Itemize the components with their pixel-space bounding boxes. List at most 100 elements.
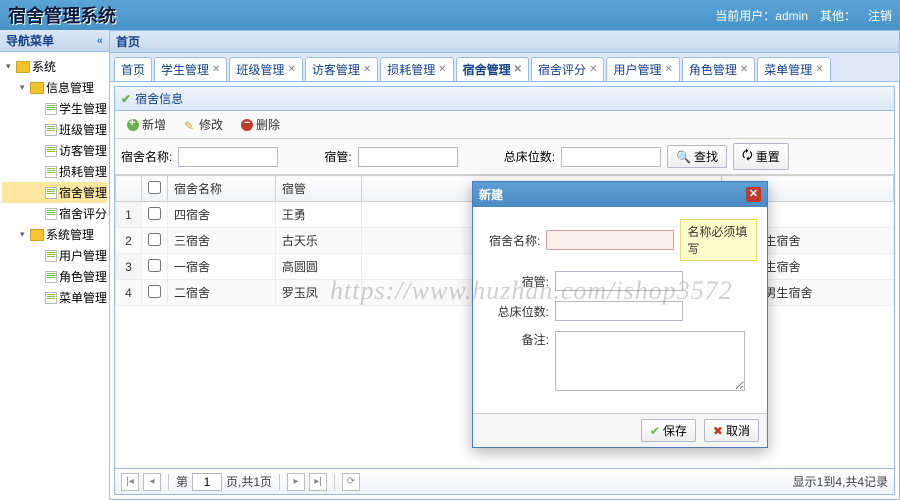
- close-icon[interactable]: ✕: [815, 64, 823, 75]
- close-icon[interactable]: ✕: [363, 64, 371, 75]
- content-panel-header: ✔ 宿舍信息: [115, 87, 894, 111]
- tab-宿舍评分[interactable]: 宿舍评分✕: [531, 57, 604, 81]
- edit-button[interactable]: 修改: [178, 114, 229, 135]
- tab-损耗管理[interactable]: 损耗管理✕: [380, 57, 453, 81]
- cancel-icon: ✖: [713, 424, 723, 438]
- tree-node-宿舍评分[interactable]: 宿舍评分: [2, 203, 107, 224]
- file-icon: [45, 271, 57, 283]
- tree-node-学生管理[interactable]: 学生管理: [2, 98, 107, 119]
- tree-node-访客管理[interactable]: 访客管理: [2, 140, 107, 161]
- select-all-checkbox[interactable]: [148, 181, 161, 194]
- tree-node-用户管理[interactable]: 用户管理: [2, 245, 107, 266]
- logout-link[interactable]: 注销: [868, 7, 892, 24]
- save-button[interactable]: ✔保存: [641, 419, 696, 442]
- tree-node-班级管理[interactable]: 班级管理: [2, 119, 107, 140]
- reset-button[interactable]: 🗘重置: [733, 143, 789, 170]
- pager-info: 显示1到4,共4记录: [793, 473, 888, 490]
- search-manager-input[interactable]: [358, 147, 458, 167]
- reset-icon: 🗘: [742, 146, 753, 167]
- search-icon: 🔍: [676, 150, 691, 164]
- close-icon[interactable]: ✕: [438, 64, 446, 75]
- page-input[interactable]: [192, 473, 222, 491]
- folder-icon: [16, 61, 30, 73]
- file-icon: [45, 208, 57, 220]
- validation-hint: 名称必须填写: [680, 219, 757, 261]
- tree-node-信息管理[interactable]: ▾信息管理: [2, 77, 107, 98]
- delete-icon: [241, 119, 253, 131]
- toolbar: 新增 修改 删除: [115, 111, 894, 139]
- close-icon[interactable]: ✕: [514, 64, 522, 75]
- tab-学生管理[interactable]: 学生管理✕: [154, 57, 227, 81]
- dialog-header[interactable]: 新建 ✕: [473, 182, 767, 207]
- cancel-button[interactable]: ✖取消: [704, 419, 759, 442]
- tab-用户管理[interactable]: 用户管理✕: [606, 57, 679, 81]
- field-remark-label: 备注:: [483, 331, 549, 348]
- file-icon: [45, 124, 57, 136]
- close-icon[interactable]: ✕: [740, 64, 748, 75]
- close-icon[interactable]: ✕: [589, 64, 597, 75]
- tab-访客管理[interactable]: 访客管理✕: [305, 57, 378, 81]
- row-checkbox[interactable]: [148, 207, 161, 220]
- refresh-button[interactable]: ⟳: [342, 473, 360, 491]
- tab-首页[interactable]: 首页: [114, 57, 152, 81]
- prev-page-button[interactable]: ◂: [143, 473, 161, 491]
- col-manager[interactable]: 宿管: [275, 176, 362, 202]
- col-checkbox: [142, 176, 168, 202]
- tabs-bar: 首页学生管理✕班级管理✕访客管理✕损耗管理✕宿舍管理✕宿舍评分✕用户管理✕角色管…: [110, 53, 899, 82]
- folder-icon: [30, 229, 44, 241]
- app-logo: 宿舍管理系统: [8, 2, 116, 28]
- add-button[interactable]: 新增: [121, 114, 172, 135]
- field-manager-label: 宿管:: [483, 273, 549, 290]
- tab-宿舍管理[interactable]: 宿舍管理✕: [456, 57, 529, 81]
- tree-node-系统[interactable]: ▾系统: [2, 56, 107, 77]
- create-dialog: 新建 ✕ 宿舍名称: 名称必须填写 宿管: 总床位数: 备注:: [472, 181, 768, 448]
- field-manager-input[interactable]: [555, 271, 683, 291]
- close-icon[interactable]: ✕: [746, 187, 761, 202]
- sidebar-header: 导航菜单 «: [0, 30, 109, 52]
- row-checkbox[interactable]: [148, 259, 161, 272]
- other-label: 其他：: [820, 7, 856, 24]
- dialog-title: 新建: [479, 186, 503, 203]
- field-name-input[interactable]: [546, 230, 674, 250]
- col-rownum: [116, 176, 142, 202]
- col-name[interactable]: 宿舍名称: [168, 176, 276, 202]
- search-button[interactable]: 🔍查找: [667, 145, 727, 168]
- search-beds-input[interactable]: [561, 147, 661, 167]
- row-checkbox[interactable]: [148, 233, 161, 246]
- check-icon: ✔: [121, 92, 131, 106]
- row-checkbox[interactable]: [148, 285, 161, 298]
- search-beds-label: 总床位数:: [504, 148, 555, 165]
- field-beds-input[interactable]: [555, 301, 683, 321]
- sidebar: 导航菜单 « ▾系统▾信息管理学生管理班级管理访客管理损耗管理宿舍管理宿舍评分▾…: [0, 30, 110, 500]
- field-remark-input[interactable]: [555, 331, 745, 391]
- tree-node-系统管理[interactable]: ▾系统管理: [2, 224, 107, 245]
- field-name-label: 宿舍名称:: [483, 232, 540, 249]
- search-manager-label: 宿管:: [324, 148, 351, 165]
- close-icon[interactable]: ✕: [287, 64, 295, 75]
- close-icon[interactable]: ✕: [212, 64, 220, 75]
- file-icon: [45, 292, 57, 304]
- tree-node-菜单管理[interactable]: 菜单管理: [2, 287, 107, 308]
- collapse-icon[interactable]: «: [97, 30, 103, 52]
- check-icon: ✔: [650, 424, 660, 438]
- tree-node-宿舍管理[interactable]: 宿舍管理: [2, 182, 107, 203]
- file-icon: [45, 187, 57, 199]
- search-name-input[interactable]: [178, 147, 278, 167]
- tab-角色管理[interactable]: 角色管理✕: [682, 57, 755, 81]
- tree-node-损耗管理[interactable]: 损耗管理: [2, 161, 107, 182]
- current-user-label: 当前用户：admin: [715, 7, 808, 24]
- search-name-label: 宿舍名称:: [121, 148, 172, 165]
- breadcrumb: 首页: [110, 31, 899, 53]
- last-page-button[interactable]: ▸|: [309, 473, 327, 491]
- tab-班级管理[interactable]: 班级管理✕: [229, 57, 302, 81]
- search-bar: 宿舍名称: 宿管: 总床位数: 🔍查找 🗘重置: [115, 139, 894, 175]
- delete-button[interactable]: 删除: [235, 114, 286, 135]
- next-page-button[interactable]: ▸: [287, 473, 305, 491]
- first-page-button[interactable]: |◂: [121, 473, 139, 491]
- folder-icon: [30, 82, 44, 94]
- tab-菜单管理[interactable]: 菜单管理✕: [757, 57, 830, 81]
- nav-tree: ▾系统▾信息管理学生管理班级管理访客管理损耗管理宿舍管理宿舍评分▾系统管理用户管…: [0, 52, 109, 500]
- close-icon[interactable]: ✕: [664, 64, 672, 75]
- app-header: 宿舍管理系统 当前用户：admin 其他： 注销: [0, 0, 900, 30]
- tree-node-角色管理[interactable]: 角色管理: [2, 266, 107, 287]
